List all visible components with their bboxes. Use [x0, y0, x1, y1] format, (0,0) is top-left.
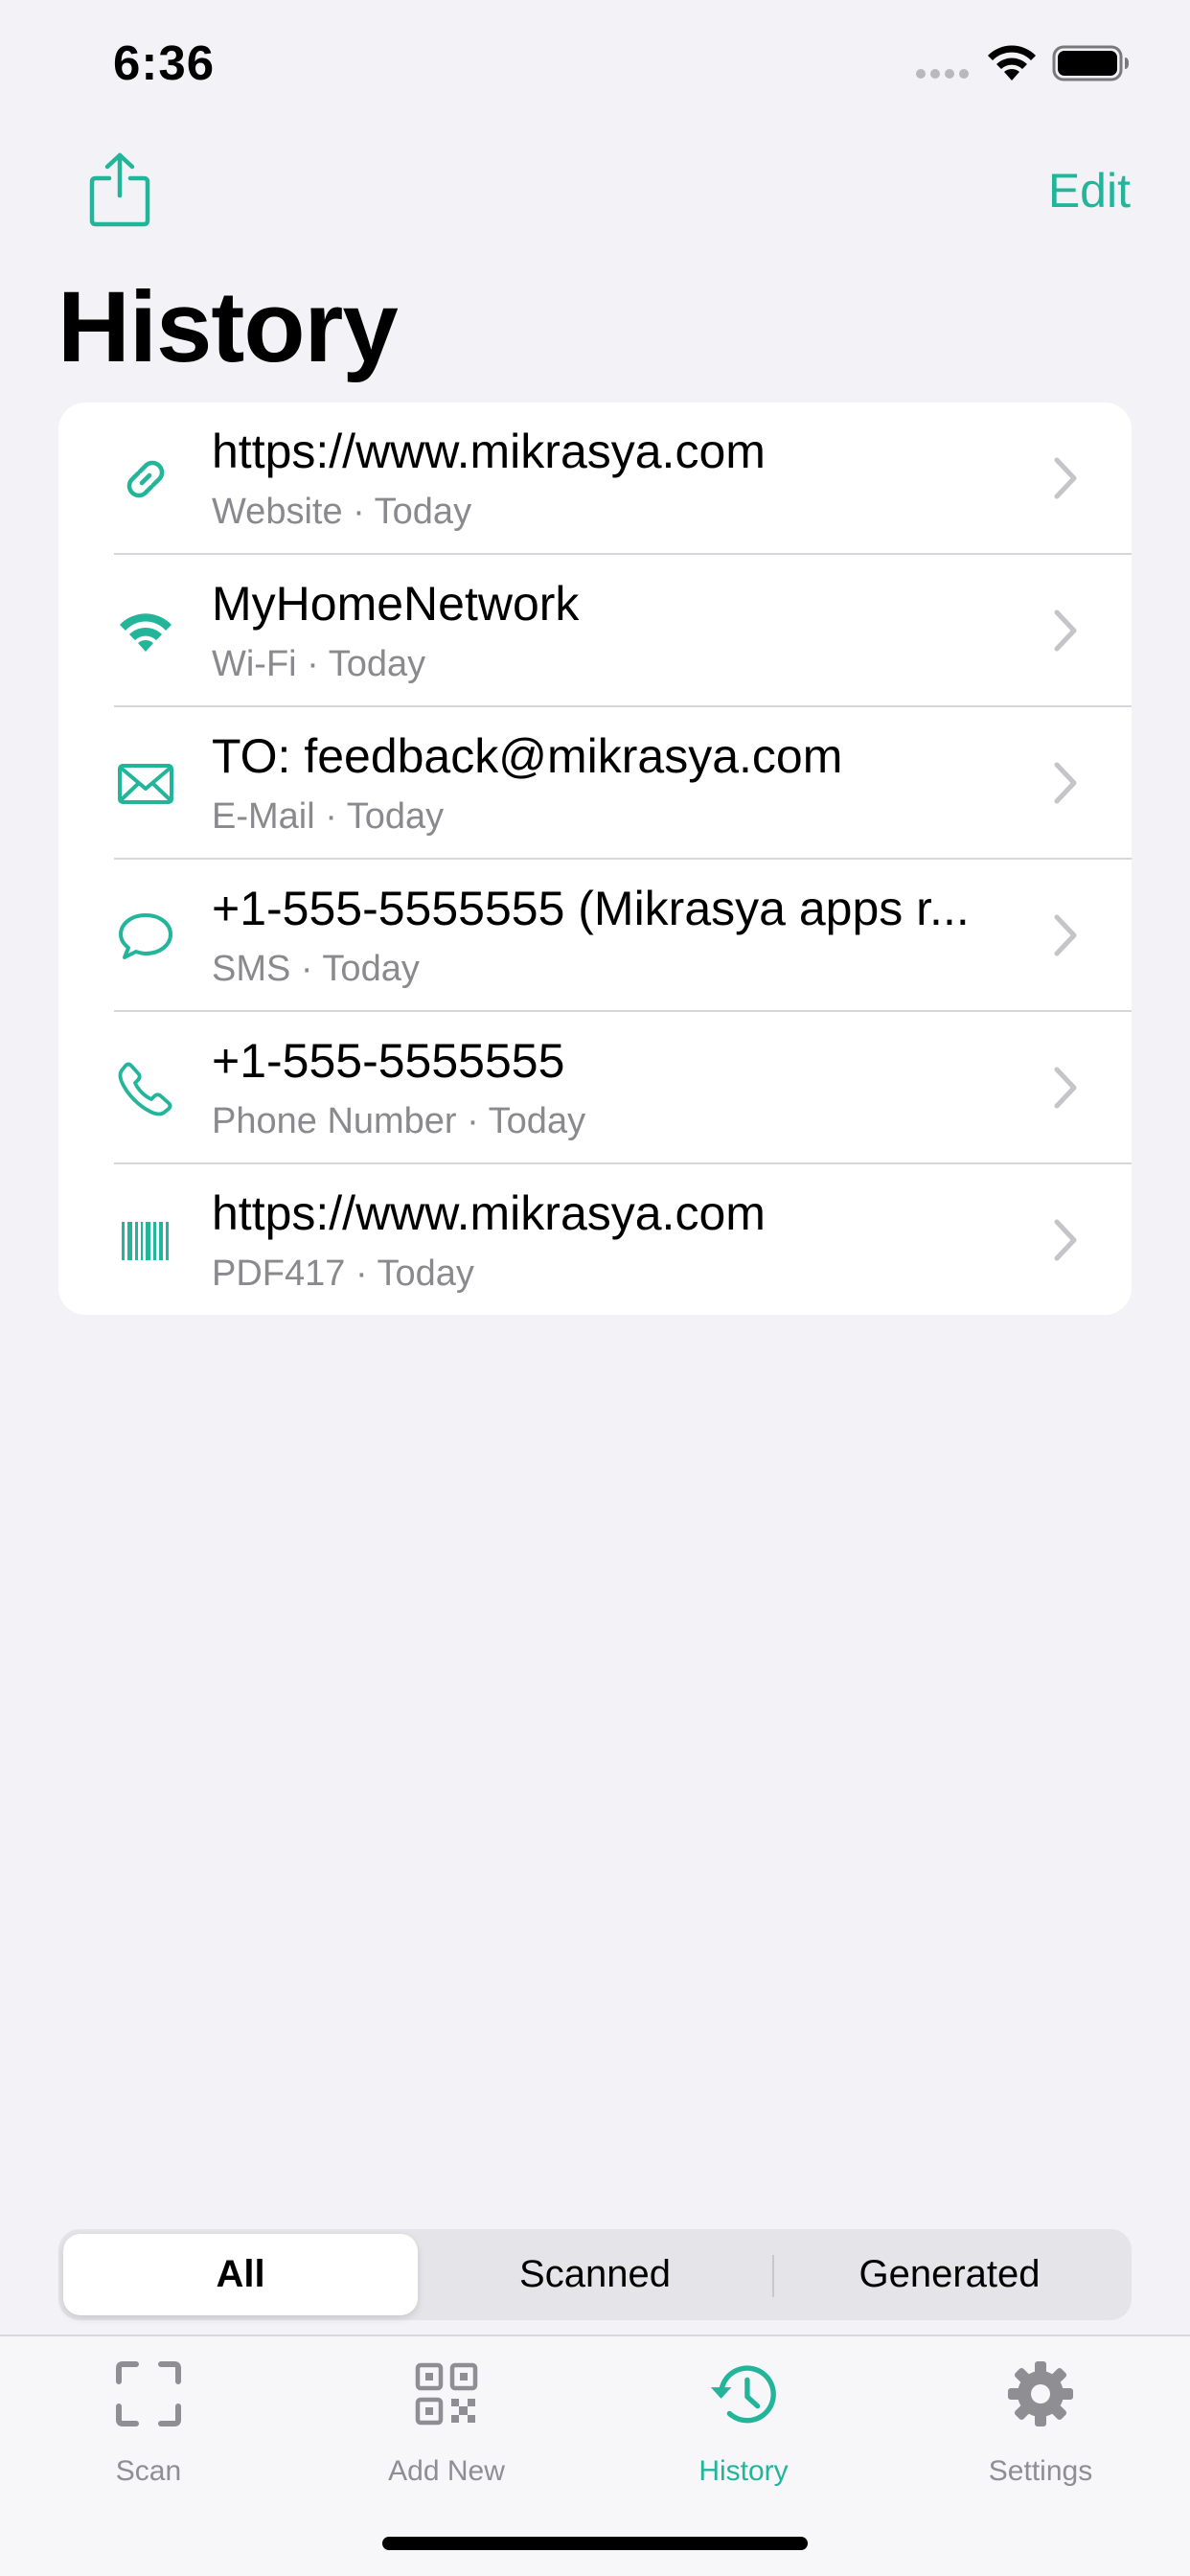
barcode-icon	[116, 1211, 175, 1271]
share-icon[interactable]	[88, 151, 151, 228]
wifi-icon	[116, 602, 175, 661]
history-item-title: https://www.mikrasya.com	[212, 1186, 766, 1240]
history-item-subtitle: PDF417 · Today	[212, 1254, 474, 1294]
history-row-wifi[interactable]: MyHomeNetwork Wi-Fi · Today	[58, 555, 1132, 707]
history-item-title: MyHomeNetwork	[212, 577, 580, 631]
tab-settings-label: Settings	[988, 2455, 1093, 2487]
history-item-title: +1-555-5555555 (Mikrasya apps r...	[212, 882, 970, 935]
gear-icon	[1002, 2356, 1079, 2432]
history-item-subtitle: Phone Number · Today	[212, 1101, 586, 1141]
status-time: 6:36	[113, 35, 216, 90]
chevron-right-icon	[1054, 1067, 1077, 1109]
phone-icon	[116, 1059, 175, 1118]
tab-history[interactable]: History	[648, 2356, 839, 2509]
home-indicator[interactable]	[382, 2537, 808, 2550]
history-item-title: +1-555-5555555	[212, 1034, 565, 1088]
segment-scanned[interactable]: Scanned	[418, 2234, 772, 2315]
history-row-sms[interactable]: +1-555-5555555 (Mikrasya apps r... SMS ·…	[58, 860, 1132, 1012]
segment-generated-label: Generated	[858, 2253, 1041, 2295]
qr-code-icon	[408, 2356, 485, 2432]
segment-separator	[772, 2255, 774, 2297]
history-item-subtitle: Website · Today	[212, 492, 472, 532]
chevron-right-icon	[1054, 1219, 1077, 1261]
status-bar: 6:36	[0, 0, 1190, 134]
chevron-right-icon	[1054, 914, 1077, 956]
wifi-status-icon	[988, 45, 1036, 80]
history-row-pdf417[interactable]: https://www.mikrasya.com PDF417 · Today	[58, 1164, 1132, 1315]
tab-add-new[interactable]: Add New	[351, 2356, 542, 2509]
history-filter-segmented-control: All Scanned Generated	[58, 2229, 1132, 2320]
history-item-title: TO: feedback@mikrasya.com	[212, 729, 843, 783]
segment-scanned-label: Scanned	[519, 2253, 671, 2295]
segment-generated[interactable]: Generated	[772, 2234, 1127, 2315]
edit-button[interactable]: Edit	[1048, 163, 1131, 218]
tab-history-label: History	[698, 2455, 789, 2487]
scan-frame-icon	[110, 2356, 187, 2432]
cellular-signal-icon	[916, 69, 969, 79]
history-item-subtitle: E-Mail · Today	[212, 796, 445, 837]
history-item-subtitle: SMS · Today	[212, 949, 420, 989]
chevron-right-icon	[1054, 762, 1077, 804]
tab-settings[interactable]: Settings	[945, 2356, 1136, 2509]
history-row-email[interactable]: TO: feedback@mikrasya.com E-Mail · Today	[58, 707, 1132, 860]
page-title: History	[57, 271, 399, 383]
history-screen: 6:36 Edit History https://www.mikrasya.c…	[0, 0, 1190, 2576]
battery-icon	[1052, 45, 1129, 81]
history-item-subtitle: Wi-Fi · Today	[212, 644, 426, 684]
envelope-icon	[116, 754, 175, 814]
segment-all[interactable]: All	[63, 2234, 418, 2315]
segment-all-label: All	[216, 2253, 265, 2295]
link-icon	[116, 449, 175, 509]
history-row-website[interactable]: https://www.mikrasya.com Website · Today	[58, 402, 1132, 555]
clock-history-icon	[705, 2356, 782, 2432]
chevron-right-icon	[1054, 457, 1077, 499]
history-item-title: https://www.mikrasya.com	[212, 425, 766, 478]
chevron-right-icon	[1054, 610, 1077, 652]
history-list: https://www.mikrasya.com Website · Today…	[58, 402, 1132, 1315]
tab-add-new-label: Add New	[388, 2455, 505, 2487]
history-row-phone[interactable]: +1-555-5555555 Phone Number · Today	[58, 1012, 1132, 1164]
tab-scan[interactable]: Scan	[53, 2356, 244, 2509]
message-bubble-icon	[116, 907, 175, 966]
tab-scan-label: Scan	[115, 2455, 182, 2487]
